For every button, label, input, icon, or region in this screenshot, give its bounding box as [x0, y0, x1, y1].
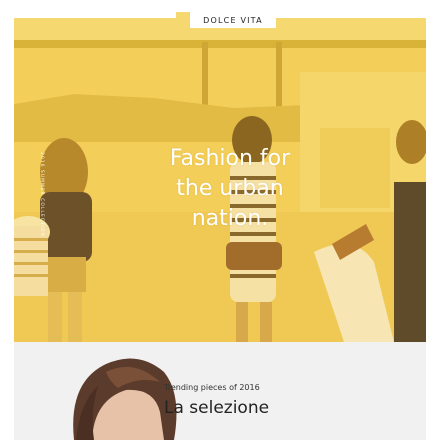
section-title: La selezione: [164, 398, 270, 418]
brand-logo[interactable]: DOLCE VITA: [190, 12, 276, 28]
hero-title: Fashion for the urban nation.: [169, 146, 291, 231]
brand-logo-text: DOLCE VITA: [203, 15, 263, 25]
header-bar-left: [14, 12, 176, 18]
hero-banner: DOLCE VITA 2016 SUMMER COLLECTION Fashio…: [14, 12, 426, 342]
section-kicker: Trending pieces of 2016: [164, 383, 260, 392]
hero-side-caption: 2016 SUMMER COLLECTION: [39, 152, 44, 237]
selection-section: Trending pieces of 2016 La selezione: [14, 342, 426, 440]
header-bar-right: [264, 12, 426, 18]
model-portrait: [14, 342, 184, 440]
